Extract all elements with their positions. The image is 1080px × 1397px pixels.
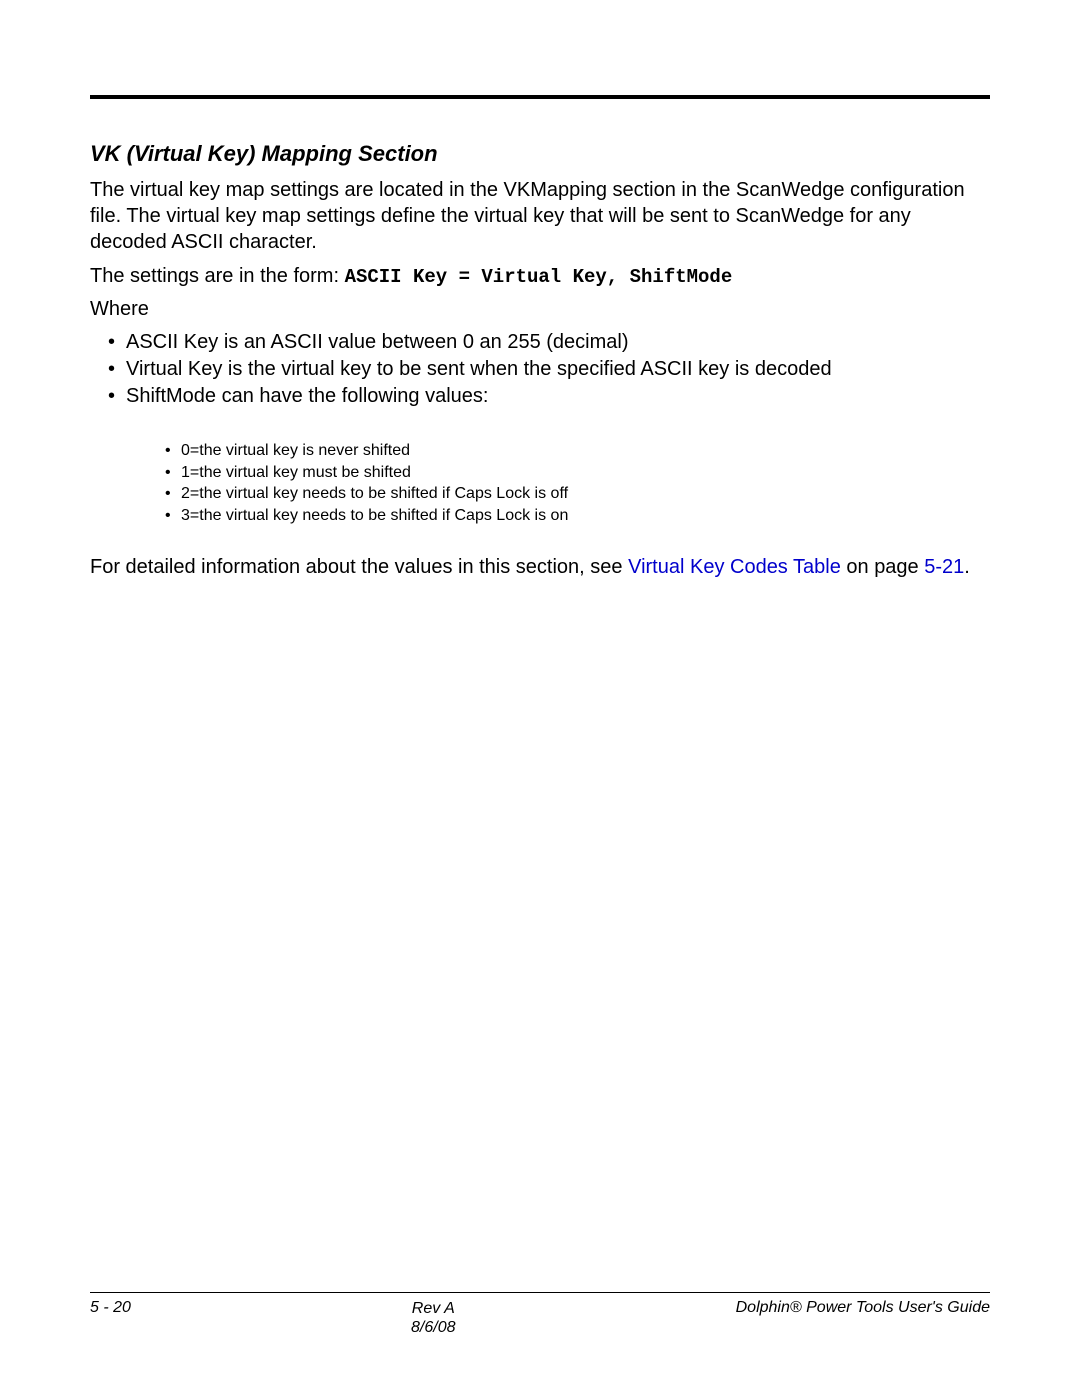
intro-paragraph: The virtual key map settings are located…	[90, 177, 990, 255]
section-heading: VK (Virtual Key) Mapping Section	[90, 141, 990, 167]
list-item: 3=the virtual key needs to be shifted if…	[165, 505, 990, 527]
primary-bullet-list: ASCII Key is an ASCII value between 0 an…	[108, 329, 990, 410]
secondary-bullet-list: 0=the virtual key is never shifted 1=the…	[165, 440, 990, 526]
page-ref-link[interactable]: 5-21	[924, 556, 964, 578]
detail-suffix: .	[964, 556, 970, 578]
footer-rule	[90, 1292, 990, 1293]
list-item: ShiftMode can have the following values:	[108, 383, 990, 410]
list-item: 2=the virtual key needs to be shifted if…	[165, 483, 990, 505]
form-code: ASCII Key = Virtual Key, ShiftMode	[345, 266, 733, 288]
detail-mid: on page	[841, 556, 924, 578]
list-item: Virtual Key is the virtual key to be sen…	[108, 356, 990, 383]
page-footer: 5 - 20 Rev A 8/6/08 Dolphin® Power Tools…	[90, 1292, 990, 1337]
footer-date: 8/6/08	[411, 1318, 455, 1337]
footer-rev: Rev A	[411, 1299, 455, 1318]
footer-doc-title: Dolphin® Power Tools User's Guide	[736, 1299, 990, 1317]
virtual-key-codes-link[interactable]: Virtual Key Codes Table	[628, 556, 841, 578]
detail-prefix: For detailed information about the value…	[90, 556, 628, 578]
footer-page-number: 5 - 20	[90, 1299, 131, 1317]
where-label: Where	[90, 298, 990, 321]
top-rule	[90, 95, 990, 99]
list-item: 0=the virtual key is never shifted	[165, 440, 990, 462]
form-prefix: The settings are in the form:	[90, 265, 345, 287]
footer-center: Rev A 8/6/08	[411, 1299, 455, 1337]
list-item: ASCII Key is an ASCII value between 0 an…	[108, 329, 990, 356]
detail-paragraph: For detailed information about the value…	[90, 556, 990, 579]
settings-form-line: The settings are in the form: ASCII Key …	[90, 265, 990, 288]
list-item: 1=the virtual key must be shifted	[165, 462, 990, 484]
